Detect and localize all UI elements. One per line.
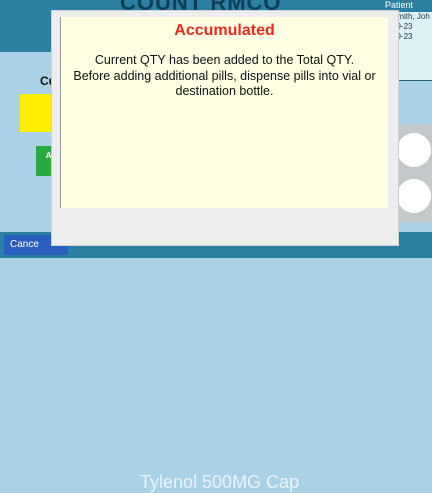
dialog-title: Accumulated <box>174 22 275 39</box>
tray-slot <box>396 132 432 168</box>
dialog-message-line: Current QTY has been added to the Total … <box>94 53 355 67</box>
patient-header-label: Patient <box>385 0 414 10</box>
patient-info-panel: Smith, Joh 09-23 09-23 <box>392 12 432 80</box>
tray-slot <box>396 178 432 214</box>
count-indicator <box>20 94 56 132</box>
dialog-message-line: Before adding additional pills, dispense… <box>73 68 376 83</box>
divider <box>392 80 432 81</box>
dialog-message-line: destination bottle. <box>175 84 274 98</box>
dialog-message: Current QTY has been added to the Total … <box>61 39 388 100</box>
patient-info-line: 09-23 <box>392 32 413 41</box>
drug-name: Tylenol 500MG Cap <box>140 472 300 492</box>
accumulated-dialog: Accumulated Current QTY has been added t… <box>52 11 398 245</box>
patient-name: Smith, Joh <box>392 12 430 21</box>
dialog-body: Accumulated Current QTY has been added t… <box>60 17 388 208</box>
patient-info-line: 09-23 <box>392 22 413 31</box>
